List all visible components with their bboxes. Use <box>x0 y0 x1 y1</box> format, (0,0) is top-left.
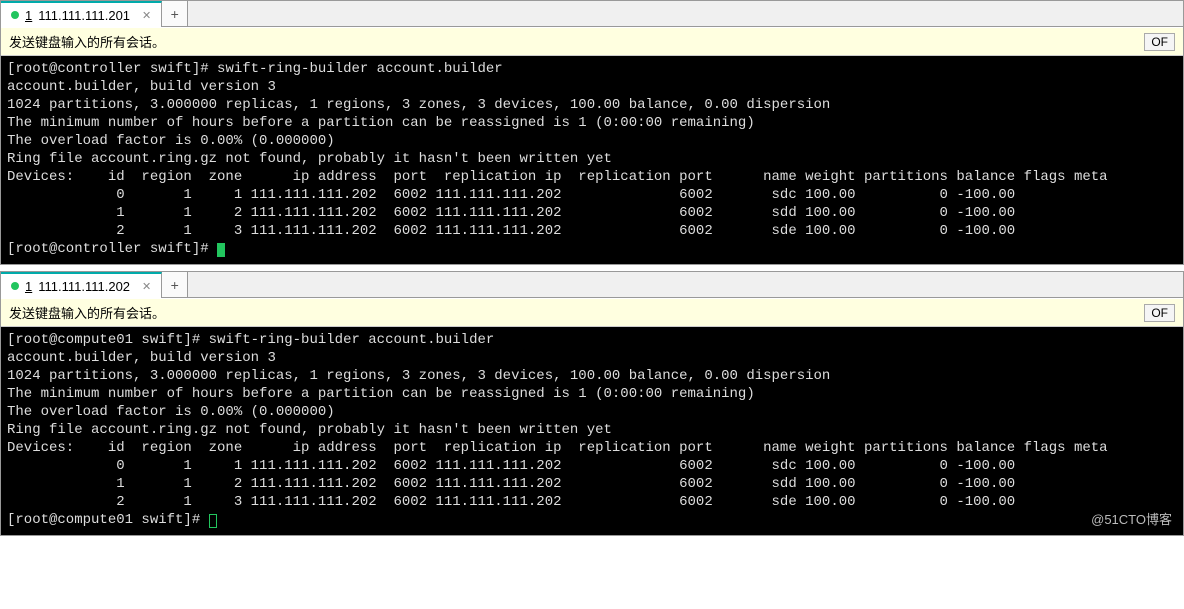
tab-number: 1 <box>25 8 32 23</box>
prompt: [root@controller swift]# <box>7 61 217 77</box>
terminal-session-2: 1 111.111.111.202 ✕ + 发送键盘输入的所有会话。 OF [r… <box>0 271 1184 536</box>
tab-title: 111.111.111.202 <box>38 279 130 294</box>
output-line: 0 1 1 111.111.111.202 6002 111.111.111.2… <box>7 187 1015 203</box>
terminal-session-1: 1 111.111.111.201 ✕ + 发送键盘输入的所有会话。 OF [r… <box>0 0 1184 265</box>
tab-title: 111.111.111.201 <box>38 8 130 23</box>
session-tab[interactable]: 1 111.111.111.201 ✕ <box>1 1 162 27</box>
output-line: account.builder, build version 3 <box>7 79 276 95</box>
output-line: account.builder, build version 3 <box>7 350 276 366</box>
output-line: Devices: id region zone ip address port … <box>7 440 1108 456</box>
connection-status-icon <box>11 282 19 290</box>
info-bar: 发送键盘输入的所有会话。 OF <box>1 298 1183 327</box>
output-line: 2 1 3 111.111.111.202 6002 111.111.111.2… <box>7 223 1015 239</box>
output-line: 1 1 2 111.111.111.202 6002 111.111.111.2… <box>7 476 1015 492</box>
close-icon[interactable]: ✕ <box>142 280 151 293</box>
tab-bar: 1 111.111.111.201 ✕ + <box>1 1 1183 27</box>
prompt: [root@compute01 swift]# <box>7 512 209 528</box>
prompt: [root@compute01 swift]# <box>7 332 209 348</box>
of-button[interactable]: OF <box>1144 304 1175 322</box>
of-button[interactable]: OF <box>1144 33 1175 51</box>
output-line: 1024 partitions, 3.000000 replicas, 1 re… <box>7 368 830 384</box>
output-line: 0 1 1 111.111.111.202 6002 111.111.111.2… <box>7 458 1015 474</box>
terminal-output[interactable]: [root@compute01 swift]# swift-ring-build… <box>1 327 1183 535</box>
output-line: The overload factor is 0.00% (0.000000) <box>7 133 335 149</box>
output-line: Ring file account.ring.gz not found, pro… <box>7 422 612 438</box>
info-bar: 发送键盘输入的所有会话。 OF <box>1 27 1183 56</box>
command: swift-ring-builder account.builder <box>217 61 503 77</box>
tab-number: 1 <box>25 279 32 294</box>
add-tab-button[interactable]: + <box>162 1 188 26</box>
connection-status-icon <box>11 11 19 19</box>
output-line: 1024 partitions, 3.000000 replicas, 1 re… <box>7 97 830 113</box>
close-icon[interactable]: ✕ <box>142 9 151 22</box>
cursor-icon <box>217 243 225 257</box>
terminal-output[interactable]: [root@controller swift]# swift-ring-buil… <box>1 56 1183 264</box>
tab-bar: 1 111.111.111.202 ✕ + <box>1 272 1183 298</box>
cursor-icon <box>209 514 217 528</box>
info-text: 发送键盘输入的所有会话。 <box>9 303 165 322</box>
command: swift-ring-builder account.builder <box>209 332 495 348</box>
output-line: Ring file account.ring.gz not found, pro… <box>7 151 612 167</box>
output-line: The overload factor is 0.00% (0.000000) <box>7 404 335 420</box>
output-line: 2 1 3 111.111.111.202 6002 111.111.111.2… <box>7 494 1015 510</box>
output-line: Devices: id region zone ip address port … <box>7 169 1108 185</box>
prompt: [root@controller swift]# <box>7 241 217 257</box>
output-line: The minimum number of hours before a par… <box>7 386 755 402</box>
session-tab[interactable]: 1 111.111.111.202 ✕ <box>1 272 162 298</box>
output-line: The minimum number of hours before a par… <box>7 115 755 131</box>
info-text: 发送键盘输入的所有会话。 <box>9 32 165 51</box>
output-line: 1 1 2 111.111.111.202 6002 111.111.111.2… <box>7 205 1015 221</box>
add-tab-button[interactable]: + <box>162 272 188 297</box>
